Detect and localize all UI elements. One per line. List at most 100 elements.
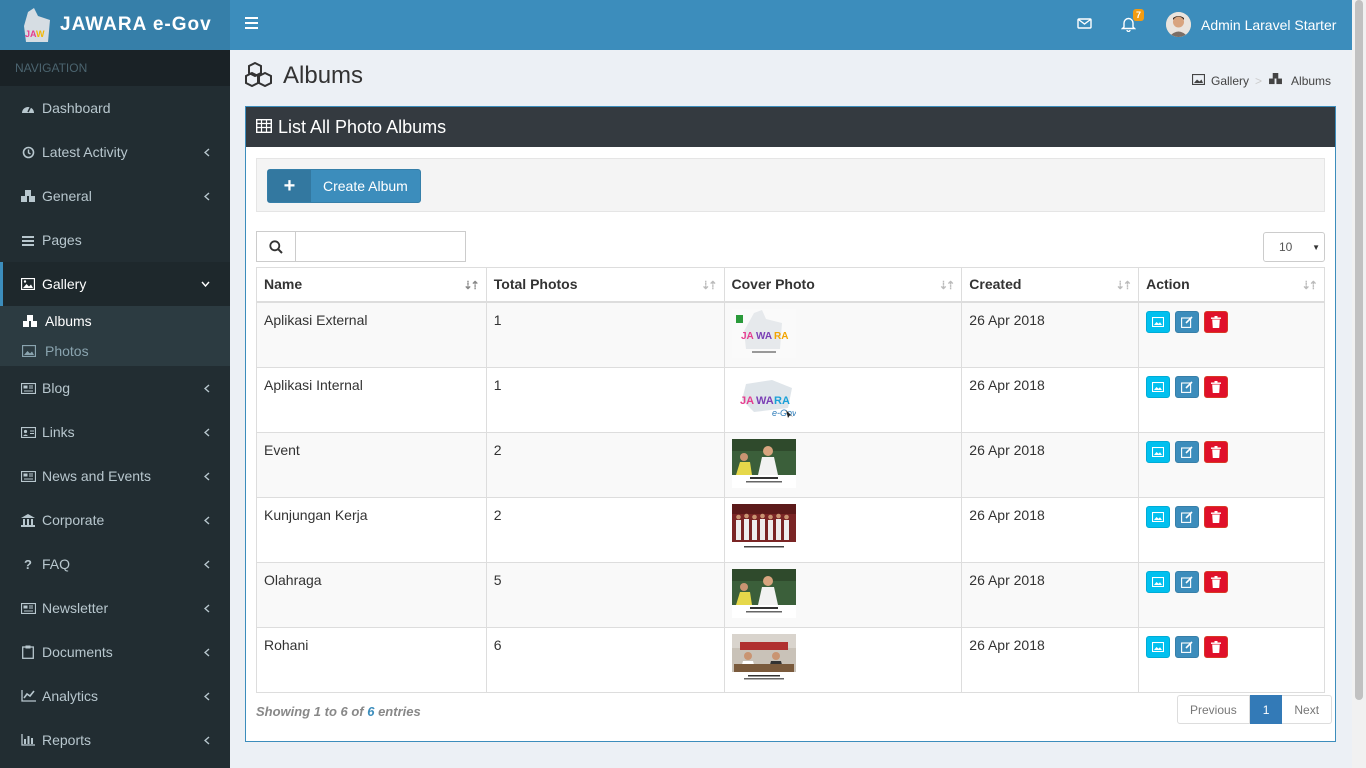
create-album-label: Create Album bbox=[323, 178, 408, 194]
chevron-left-icon bbox=[204, 130, 210, 174]
column-header-name[interactable]: Name ⇣⇡ bbox=[256, 267, 487, 303]
column-header-total-photos[interactable]: Total Photos ⇣⇡ bbox=[485, 267, 725, 303]
cell-created: 26 Apr 2018 bbox=[961, 366, 1140, 433]
edit-button[interactable] bbox=[1175, 570, 1200, 593]
app-logo[interactable]: JA W JAWARA e-Gov bbox=[0, 0, 230, 50]
sidebar-item-general[interactable]: General bbox=[0, 174, 230, 218]
chevron-left-icon bbox=[204, 174, 210, 218]
edit-button[interactable] bbox=[1175, 635, 1200, 658]
sidebar-item-label: News and Events bbox=[42, 468, 151, 484]
cover-thumbnail[interactable] bbox=[731, 568, 796, 618]
column-header-cover-photo[interactable]: Cover Photo ⇣⇡ bbox=[723, 267, 963, 303]
chevron-left-icon bbox=[204, 586, 210, 630]
table-row: Kunjungan Kerja 2 26 Apr 2018 bbox=[256, 496, 1325, 563]
sidebar-item-label: Documents bbox=[42, 644, 113, 660]
cell-name: Event bbox=[256, 431, 487, 498]
table-row: Aplikasi Internal 1 JA WA RA e-Gov 26 Apr 2… bbox=[256, 366, 1325, 433]
sidebar-item-latest-activity[interactable]: Latest Activity bbox=[0, 130, 230, 174]
dashboard-icon bbox=[20, 101, 36, 115]
page-length-value: 10 bbox=[1279, 240, 1293, 254]
edit-button[interactable] bbox=[1175, 440, 1200, 463]
view-photos-button[interactable] bbox=[1146, 440, 1171, 463]
cell-action bbox=[1138, 626, 1325, 693]
chevron-left-icon bbox=[204, 410, 210, 454]
cubes-icon bbox=[22, 314, 38, 328]
table-row: Rohani 6 26 Apr 2018 bbox=[256, 626, 1325, 693]
delete-button[interactable] bbox=[1204, 310, 1229, 333]
sidebar-item-dashboard[interactable]: Dashboard bbox=[0, 86, 230, 130]
history-icon bbox=[20, 145, 36, 159]
sidebar-item-label: Gallery bbox=[42, 276, 87, 292]
cell-created: 26 Apr 2018 bbox=[961, 301, 1140, 368]
cell-created: 26 Apr 2018 bbox=[961, 496, 1140, 563]
page-length-select[interactable]: 10 ▼ bbox=[1263, 232, 1325, 262]
sidebar-item-reports[interactable]: Reports bbox=[0, 718, 230, 762]
sidebar-subitem-albums[interactable]: Albums bbox=[0, 306, 230, 336]
cell-cover bbox=[723, 496, 963, 563]
breadcrumb-separator: > bbox=[1255, 73, 1263, 88]
sidebar-item-label: Dashboard bbox=[42, 100, 111, 116]
view-photos-button[interactable] bbox=[1146, 635, 1171, 658]
cover-thumbnail[interactable]: JA WA RA e-Gov bbox=[731, 373, 796, 423]
jawara-logo-icon: JA W bbox=[20, 6, 56, 44]
breadcrumb-gallery[interactable]: Gallery bbox=[1211, 74, 1249, 88]
page-1-button[interactable]: 1 bbox=[1249, 695, 1283, 724]
column-header-action[interactable]: Action ⇣⇡ bbox=[1138, 267, 1325, 303]
envelope-icon[interactable] bbox=[1077, 16, 1092, 34]
sidebar-item-documents[interactable]: Documents bbox=[0, 630, 230, 674]
delete-button[interactable] bbox=[1204, 505, 1229, 528]
view-photos-button[interactable] bbox=[1146, 570, 1171, 593]
search-input[interactable] bbox=[296, 231, 466, 262]
table-icon bbox=[255, 118, 273, 136]
chevron-left-icon bbox=[204, 498, 210, 542]
bar-chart-icon bbox=[20, 733, 36, 747]
view-photos-button[interactable] bbox=[1146, 505, 1171, 528]
edit-button[interactable] bbox=[1175, 375, 1200, 398]
caret-down-icon: ▼ bbox=[1312, 243, 1320, 252]
question-icon: ? bbox=[24, 556, 32, 572]
next-button[interactable]: Next bbox=[1282, 695, 1333, 724]
sidebar-item-blog[interactable]: Blog bbox=[0, 366, 230, 410]
cover-thumbnail[interactable] bbox=[731, 633, 796, 683]
cover-thumbnail[interactable] bbox=[731, 438, 796, 488]
cell-action bbox=[1138, 496, 1325, 563]
cover-thumbnail[interactable]: JA WA RA bbox=[731, 308, 796, 358]
svg-text:RA: RA bbox=[774, 395, 790, 407]
sidebar-item-faq[interactable]: ? FAQ bbox=[0, 542, 230, 586]
sort-asc-icon: ⇣⇡ bbox=[463, 280, 480, 292]
cell-action bbox=[1138, 431, 1325, 498]
cell-name: Kunjungan Kerja bbox=[256, 496, 487, 563]
view-photos-button[interactable] bbox=[1146, 375, 1171, 398]
column-header-created[interactable]: Created ⇣⇡ bbox=[961, 267, 1140, 303]
sort-icon: ⇣⇡ bbox=[1115, 280, 1133, 292]
delete-button[interactable] bbox=[1204, 375, 1229, 398]
sidebar-item-links[interactable]: Links bbox=[0, 410, 230, 454]
create-album-button[interactable]: + Create Album bbox=[267, 169, 421, 203]
table-row: Aplikasi External 1 JA WA RA 26 Apr 2018 bbox=[256, 301, 1325, 368]
scrollbar-thumb[interactable] bbox=[1355, 0, 1363, 700]
view-photos-button[interactable] bbox=[1146, 310, 1171, 333]
user-menu[interactable]: Admin Laravel Starter bbox=[1166, 12, 1336, 37]
cover-thumbnail[interactable] bbox=[731, 503, 796, 553]
previous-button[interactable]: Previous bbox=[1177, 695, 1250, 724]
page-scrollbar[interactable] bbox=[1352, 0, 1366, 768]
table-info: Showing 1 to 6 of 6 entries bbox=[256, 704, 421, 719]
sidebar-subitem-photos[interactable]: Photos bbox=[0, 336, 230, 366]
sidebar-item-news-events[interactable]: News and Events bbox=[0, 454, 230, 498]
sidebar-item-newsletter[interactable]: Newsletter bbox=[0, 586, 230, 630]
box-title: List All Photo Albums bbox=[278, 116, 447, 137]
sidebar-item-pages[interactable]: Pages bbox=[0, 218, 230, 262]
search-icon[interactable] bbox=[256, 231, 296, 262]
sidebar-item-analytics[interactable]: Analytics bbox=[0, 674, 230, 718]
delete-button[interactable] bbox=[1204, 440, 1229, 463]
top-navbar: 7 Admin Laravel Starter bbox=[230, 0, 1352, 50]
sort-icon: ⇣⇡ bbox=[1301, 280, 1319, 292]
delete-button[interactable] bbox=[1204, 635, 1229, 658]
svg-text:WA: WA bbox=[756, 331, 772, 342]
sidebar-item-corporate[interactable]: Corporate bbox=[0, 498, 230, 542]
edit-button[interactable] bbox=[1175, 505, 1200, 528]
edit-button[interactable] bbox=[1175, 310, 1200, 333]
sidebar-toggle-icon[interactable] bbox=[245, 17, 258, 32]
sidebar-item-gallery[interactable]: Gallery bbox=[0, 262, 230, 306]
delete-button[interactable] bbox=[1204, 570, 1229, 593]
